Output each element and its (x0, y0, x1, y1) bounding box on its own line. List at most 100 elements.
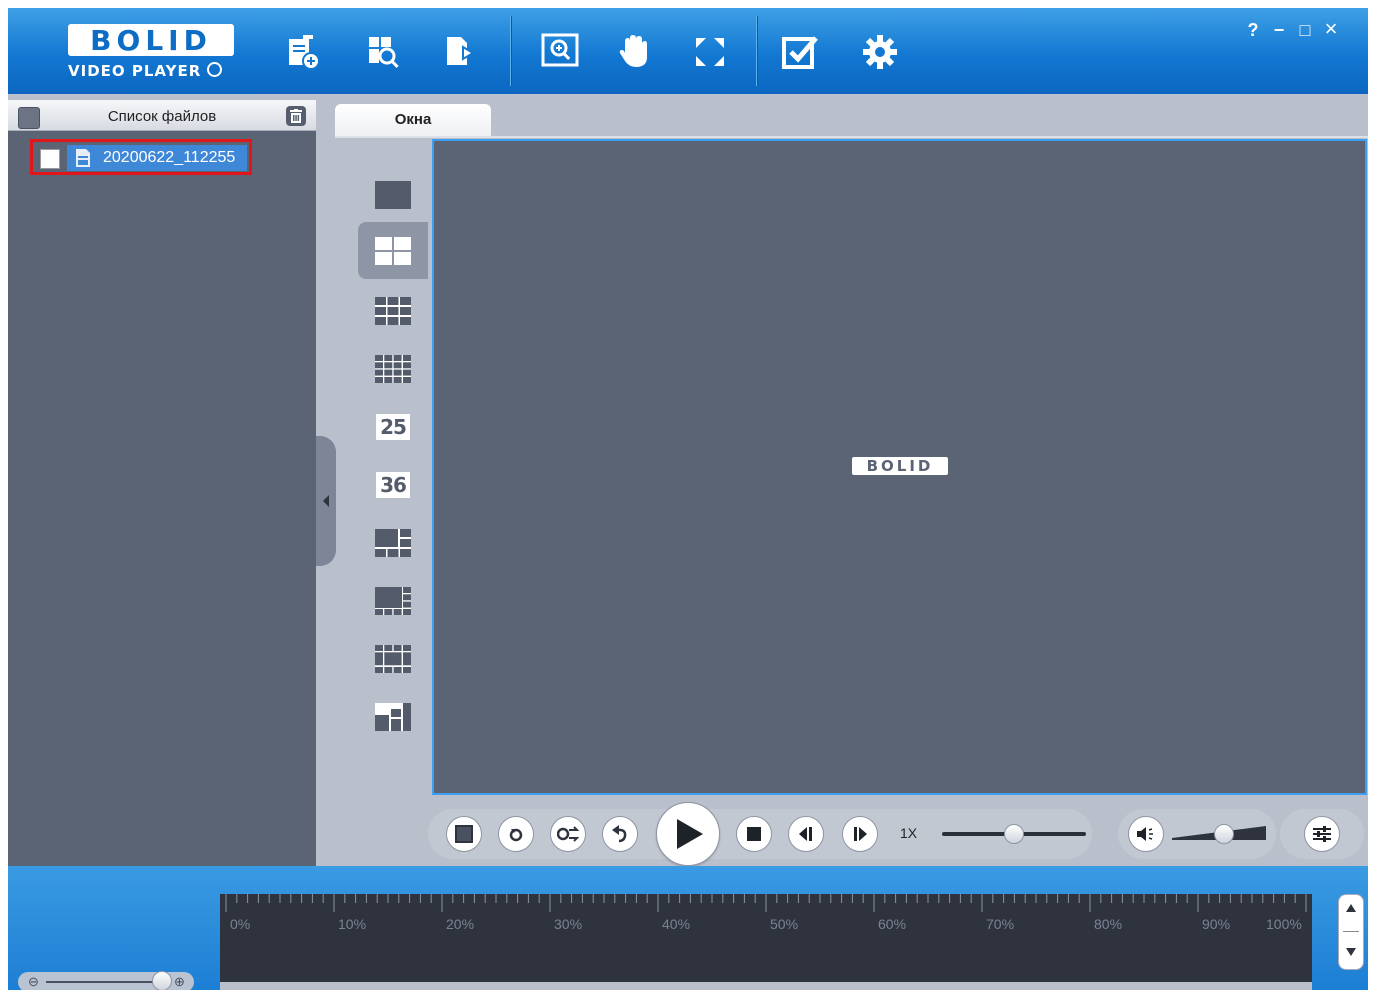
layout-16-button[interactable] (358, 340, 428, 397)
app-logo: BOLID VIDEO PLAYER (66, 22, 242, 86)
close-button[interactable]: × (1320, 16, 1342, 42)
zoom-in-icon[interactable]: ⊕ (174, 974, 185, 990)
frame-back-button[interactable] (788, 816, 824, 852)
volume-slider-handle[interactable] (1213, 824, 1234, 844)
timeline-label: 0% (230, 916, 251, 932)
toolbar-separator (510, 16, 511, 86)
delete-button[interactable] (286, 106, 306, 126)
trash-icon (290, 109, 302, 123)
timeline-label: 80% (1094, 916, 1123, 932)
layout-13-button[interactable] (358, 630, 428, 687)
export-button[interactable] (438, 30, 482, 74)
adjust-button[interactable] (1304, 816, 1340, 852)
select-button[interactable] (778, 30, 822, 74)
speed-slider-handle[interactable] (1004, 824, 1024, 844)
speaker-icon (1137, 827, 1153, 841)
loop-button[interactable] (498, 816, 534, 852)
repeat-icon (557, 826, 579, 842)
video-logo: BOLID (852, 457, 948, 475)
logo-sub-text: VIDEO PLAYER (68, 62, 223, 80)
timeline-ruler (220, 894, 1312, 914)
file-list-title: Список файлов (107, 108, 217, 125)
layout-8-button[interactable] (358, 572, 428, 629)
layout-1-button[interactable] (358, 166, 428, 223)
zoom-button[interactable] (538, 30, 582, 74)
timeline[interactable]: 0% 10% 20% 30% 40% 50% 60% 70% 80% 90% 100% (220, 894, 1312, 982)
file-list-panel: Список файлов 20200622_112255 (8, 100, 316, 868)
loop-icon (509, 828, 523, 842)
help-button[interactable]: ? (1242, 20, 1264, 41)
layout-custom-button[interactable] (358, 688, 428, 745)
file-name: 20200622_112255 (103, 149, 236, 166)
timeline-label: 20% (446, 916, 475, 932)
layout-25-button[interactable]: 25 (358, 398, 428, 455)
layout-36-icon: 36 (376, 471, 410, 498)
timeline-label: 10% (338, 916, 367, 932)
frame-forward-button[interactable] (842, 816, 878, 852)
layout-8-icon (375, 586, 411, 615)
open-file-icon (289, 35, 320, 70)
layout-9-icon (375, 296, 411, 325)
mute-button[interactable] (1128, 816, 1164, 852)
layout-9-button[interactable] (358, 282, 428, 339)
maximize-button[interactable]: □ (1294, 20, 1316, 41)
layout-selector: 25 36 (356, 138, 430, 798)
tab-windows[interactable]: Окна (335, 104, 491, 136)
stop-button[interactable] (736, 816, 772, 852)
timeline-label: 60% (878, 916, 907, 932)
timeline-label: 90% (1202, 916, 1231, 932)
open-file-button[interactable] (280, 30, 324, 74)
layout-6-button[interactable] (358, 514, 428, 571)
snapshot-button[interactable] (446, 816, 482, 852)
zoom-track (46, 981, 156, 983)
sliders-icon (1313, 826, 1331, 842)
fullscreen-icon (696, 38, 724, 66)
collapse-panel-button[interactable] (316, 436, 336, 566)
settings-icon (863, 35, 897, 69)
zoom-handle[interactable] (152, 971, 172, 990)
play-icon (677, 819, 703, 849)
hand-button[interactable] (612, 30, 656, 74)
search-file-button[interactable] (360, 30, 404, 74)
vertical-scrollbar[interactable] (1338, 894, 1364, 970)
tab-underline (335, 136, 1368, 138)
zoom-out-icon[interactable]: ⊖ (28, 974, 39, 990)
search-file-icon (369, 37, 399, 68)
rewind-button[interactable] (602, 816, 638, 852)
speed-label: 1X (900, 825, 918, 841)
export-icon (447, 37, 475, 65)
layout-4-icon (375, 236, 411, 265)
play-button[interactable] (656, 802, 720, 866)
layout-36-button[interactable]: 36 (358, 456, 428, 513)
layout-16-icon (375, 354, 411, 383)
settings-button[interactable] (858, 30, 902, 74)
logo-main-text: BOLID (68, 24, 234, 57)
timeline-zoom[interactable]: ⊖ ⊕ (18, 971, 194, 990)
file-list-header: Список файлов (8, 100, 316, 131)
zoom-icon (541, 33, 579, 67)
minimize-button[interactable]: − (1268, 20, 1290, 41)
checkbox-icon (782, 36, 818, 69)
arrow-down-icon (1346, 948, 1356, 956)
file-row[interactable]: 20200622_112255 (67, 145, 247, 171)
step-forward-icon (854, 827, 867, 841)
video-area[interactable]: BOLID (432, 139, 1367, 795)
layout-13-icon (375, 644, 411, 673)
layout-6-icon (375, 528, 411, 557)
layout-4-button[interactable] (358, 222, 428, 279)
fullscreen-button[interactable] (688, 30, 732, 74)
toolbar: BOLID VIDEO PLAYER ? − □ × (8, 8, 1368, 94)
repeat-button[interactable] (550, 816, 586, 852)
undo-icon (612, 825, 627, 843)
timeline-label: 70% (986, 916, 1015, 932)
app-window: BOLID VIDEO PLAYER ? − □ × Список файлов… (8, 8, 1368, 990)
toolbar-separator (756, 16, 757, 86)
timeline-label: 100% (1266, 916, 1302, 932)
file-checkbox[interactable] (40, 149, 60, 169)
file-list-item[interactable]: 20200622_112255 (30, 139, 252, 175)
video-file-icon (76, 149, 90, 167)
timeline-scrollbar[interactable] (220, 982, 1312, 990)
stop-icon (747, 827, 761, 841)
step-back-icon (799, 827, 812, 841)
timeline-label: 30% (554, 916, 583, 932)
